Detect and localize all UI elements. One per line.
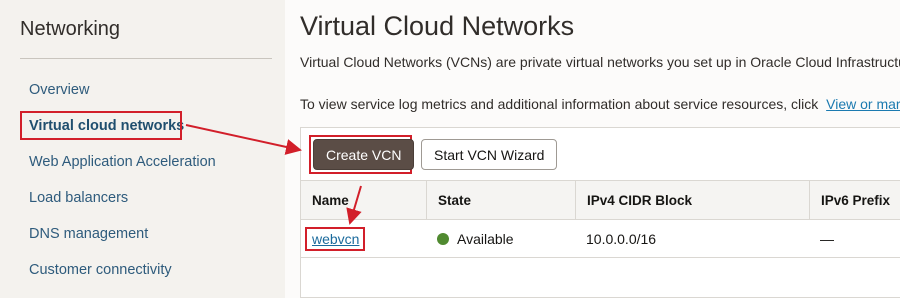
highlight-box-sidebar — [20, 111, 182, 140]
info-text: To view service log metrics and addition… — [300, 96, 819, 112]
sidebar-item-customer-connectivity[interactable]: Customer connectivity — [29, 262, 172, 278]
sidebar-item-web-application-acceleration[interactable]: Web Application Acceleration — [29, 154, 216, 170]
toolbar: Create VCN Start VCN Wizard — [301, 128, 900, 180]
sidebar-item-dns-management[interactable]: DNS management — [29, 226, 148, 242]
sidebar-divider — [20, 58, 272, 59]
page-description: Virtual Cloud Networks (VCNs) are privat… — [300, 54, 900, 70]
vcn-ipv6-cell: — — [820, 230, 834, 247]
vcn-ipv4-cell: 10.0.0.0/16 — [586, 230, 657, 247]
vcn-table-panel: Create VCN Start VCN Wizard Name State I… — [300, 127, 900, 298]
sidebar-item-overview[interactable]: Overview — [29, 82, 89, 98]
available-status-icon — [437, 232, 449, 245]
view-more-link[interactable]: View or mar — [826, 96, 900, 112]
sidebar-title: Networking — [20, 18, 121, 40]
table-row: webvcn Available 10.0.0.0/16 — — [301, 220, 900, 258]
sidebar-item-load-balancers[interactable]: Load balancers — [29, 190, 128, 206]
column-header-ipv4[interactable]: IPv4 CIDR Block — [575, 181, 809, 219]
column-header-ipv6[interactable]: IPv6 Prefix — [809, 181, 900, 219]
main-content: Virtual Cloud Networks Virtual Cloud Net… — [285, 0, 900, 298]
create-vcn-button[interactable]: Create VCN — [313, 139, 415, 170]
highlight-box-vcn — [305, 227, 365, 251]
table-header: Name State IPv4 CIDR Block IPv6 Prefix — [301, 180, 900, 220]
vcn-state: Available — [457, 230, 514, 247]
vcn-state-cell: Available — [437, 220, 514, 257]
start-vcn-wizard-button[interactable]: Start VCN Wizard — [421, 139, 558, 170]
column-header-state[interactable]: State — [426, 181, 575, 219]
column-header-name[interactable]: Name — [301, 181, 426, 219]
info-text-line: To view service log metrics and addition… — [300, 96, 900, 112]
sidebar: Networking Overview Virtual cloud networ… — [0, 0, 285, 298]
page-title: Virtual Cloud Networks — [300, 11, 575, 41]
